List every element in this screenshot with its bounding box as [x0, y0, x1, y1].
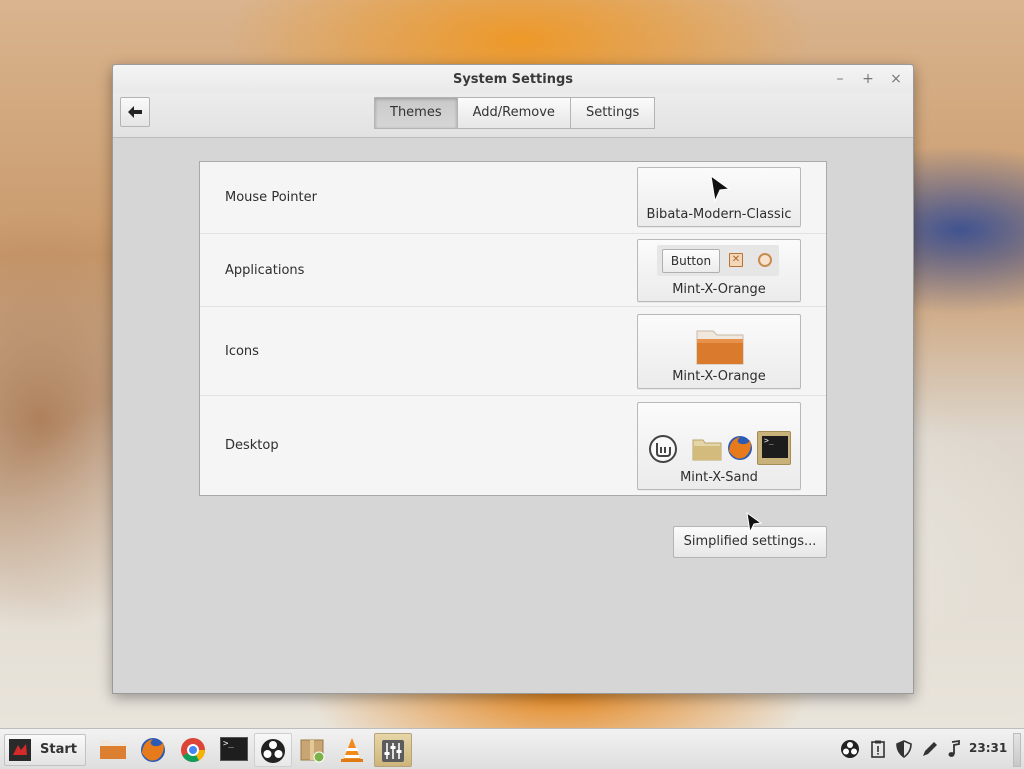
theme-name: Mint-X-Sand [680, 470, 758, 485]
pen-icon[interactable] [920, 739, 940, 759]
theme-name: Mint-X-Orange [672, 282, 766, 297]
radio-icon [758, 253, 772, 267]
vlc-launcher[interactable] [334, 733, 370, 765]
icons-theme-button[interactable]: Mint-X-Orange [637, 314, 801, 389]
taskbar: Start >_ 23:31 [0, 728, 1024, 769]
chrome-icon [181, 738, 205, 763]
row-label: Mouse Pointer [225, 190, 317, 205]
close-button[interactable]: × [887, 70, 905, 88]
checkbox-icon: ✕ [729, 253, 743, 267]
chrome-launcher[interactable] [175, 733, 211, 765]
start-button[interactable]: Start [4, 734, 86, 766]
cursor-icon [710, 175, 731, 203]
theme-name: Mint-X-Orange [672, 369, 766, 384]
terminal-launcher[interactable]: >_ [215, 733, 251, 765]
clock[interactable]: 23:31 [969, 741, 1007, 755]
music-note-icon[interactable] [944, 739, 964, 759]
theme-row-applications: Applications Button ✕ Mint-X-Orange [200, 233, 826, 307]
terminal-icon: >_ [220, 737, 248, 761]
start-label: Start [40, 742, 77, 757]
obs-launcher[interactable] [254, 733, 292, 767]
mint-logo-icon [649, 435, 677, 463]
system-settings-launcher[interactable] [374, 733, 412, 767]
system-settings-window: System Settings – + × Themes Add/Remove … [112, 64, 914, 694]
folder-icon [692, 439, 722, 461]
package-manager-icon [300, 739, 325, 763]
folder-icon [696, 330, 744, 365]
row-label: Icons [225, 344, 259, 359]
mouse-pointer-theme-button[interactable]: Bibata-Modern-Classic [637, 167, 801, 227]
back-button[interactable] [120, 97, 150, 127]
applications-theme-button[interactable]: Button ✕ Mint-X-Orange [637, 239, 801, 302]
show-desktop-button[interactable] [1013, 733, 1021, 767]
tab-add-remove[interactable]: Add/Remove [456, 97, 571, 129]
vlc-icon [341, 738, 363, 762]
mouse-cursor [746, 512, 762, 534]
themes-panel: Mouse Pointer Bibata-Modern-Classic Appl… [199, 161, 827, 496]
view-tabs: Themes Add/Remove Settings [374, 97, 656, 129]
row-label: Applications [225, 263, 305, 278]
desktop-theme-button[interactable]: >_ Mint-X-Sand [637, 402, 801, 490]
obs-tray-icon[interactable] [840, 739, 860, 759]
row-label: Desktop [225, 438, 279, 453]
tab-settings[interactable]: Settings [569, 97, 656, 129]
firefox-icon [728, 436, 752, 460]
start-menu-icon [9, 739, 31, 761]
settings-icon [382, 740, 404, 762]
window-titlebar[interactable]: System Settings – + × [113, 65, 913, 93]
window-title: System Settings [452, 72, 574, 87]
maximize-button[interactable]: + [859, 70, 877, 88]
theme-row-icons: Icons Mint-X-Orange [200, 306, 826, 396]
terminal-icon: >_ [757, 431, 791, 465]
theme-name: Bibata-Modern-Classic [646, 207, 792, 222]
firefox-launcher[interactable] [135, 733, 171, 765]
file-manager-launcher[interactable] [95, 733, 131, 765]
tab-themes[interactable]: Themes [374, 97, 458, 129]
obs-icon [261, 739, 285, 763]
clipboard-icon[interactable] [868, 739, 888, 759]
minimize-button[interactable]: – [831, 70, 849, 88]
theme-row-desktop: Desktop >_ Mint-X-Sand [200, 395, 826, 495]
theme-row-mouse-pointer: Mouse Pointer Bibata-Modern-Classic [200, 162, 826, 234]
package-manager-launcher[interactable] [294, 733, 330, 765]
toolbar: Themes Add/Remove Settings [113, 93, 913, 138]
shield-icon[interactable] [894, 739, 914, 759]
arrow-left-icon [128, 106, 142, 118]
file-manager-icon [100, 740, 126, 759]
preview-button: Button [662, 249, 720, 273]
firefox-icon [141, 738, 165, 762]
